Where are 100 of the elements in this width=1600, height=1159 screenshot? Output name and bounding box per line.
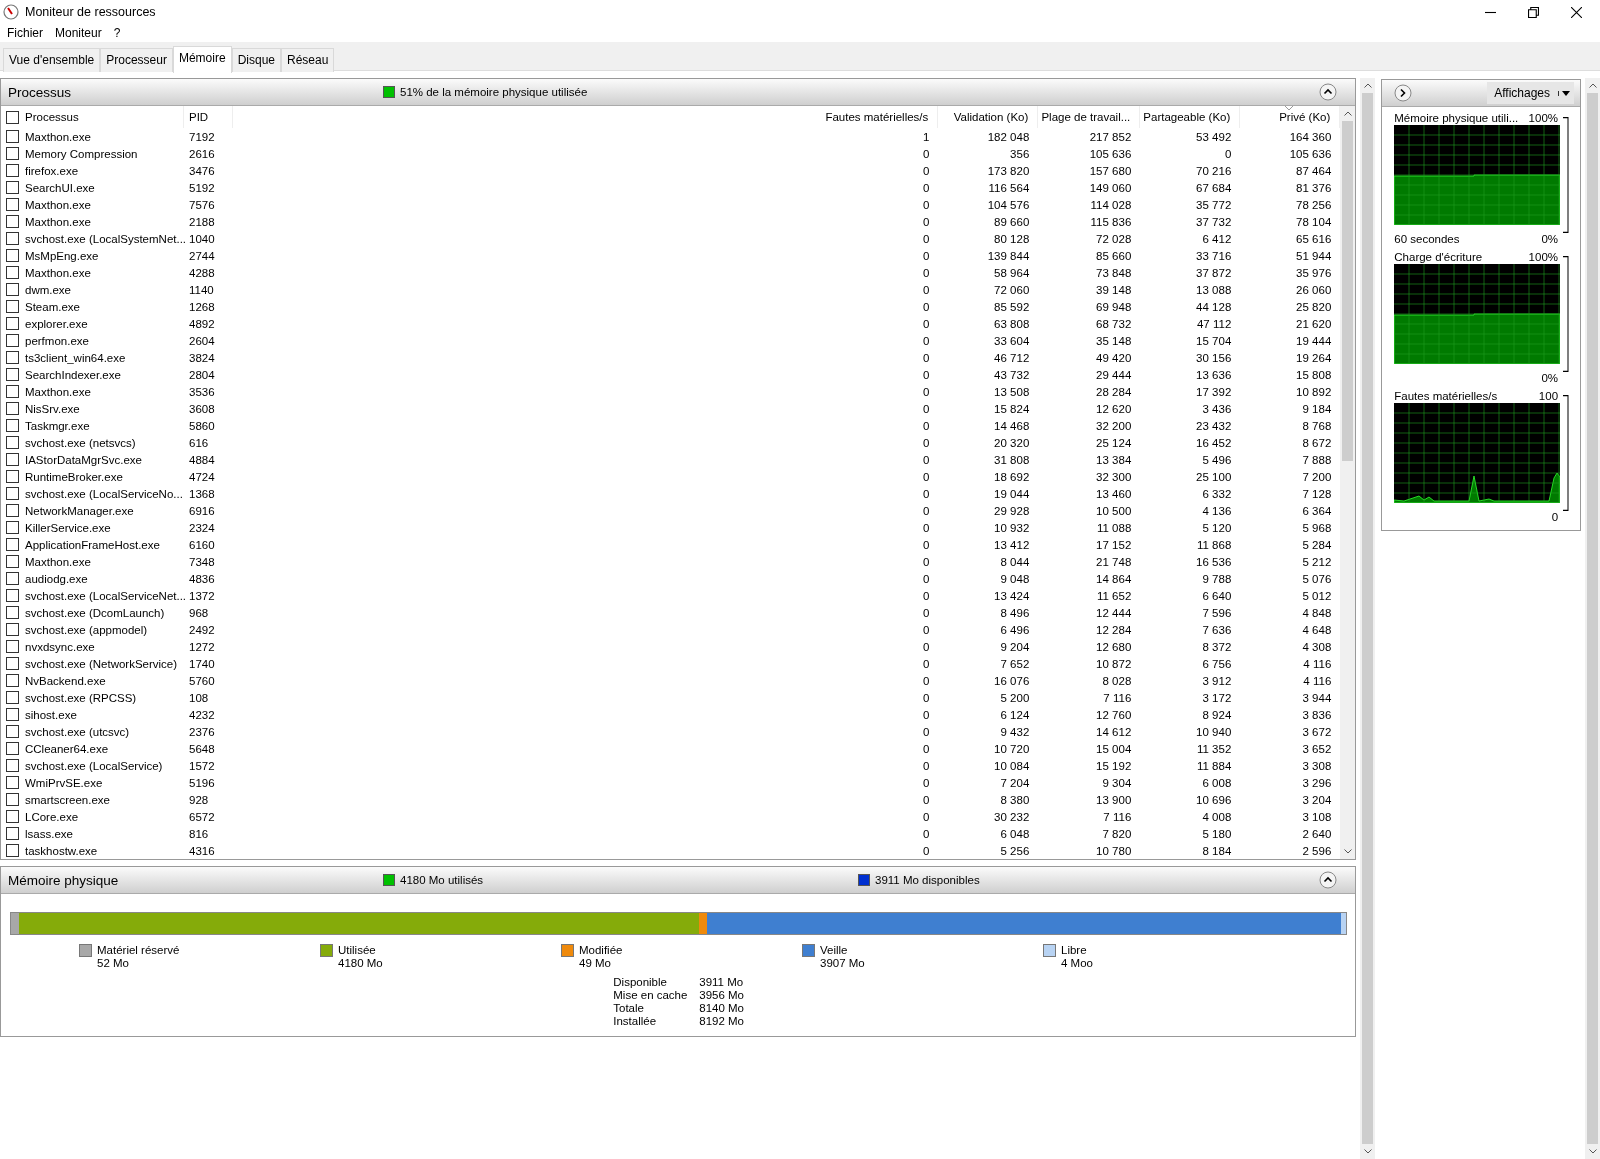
checkbox[interactable] <box>6 776 19 789</box>
checkbox[interactable] <box>6 198 19 211</box>
table-cell: 7 200 <box>1302 470 1332 483</box>
table-cell: 8 672 <box>1302 436 1332 449</box>
checkbox[interactable] <box>6 606 19 619</box>
checkbox[interactable] <box>6 436 19 449</box>
table-cell: sihost.exe <box>25 708 77 721</box>
checkbox[interactable] <box>6 164 19 177</box>
close-icon[interactable] <box>1571 6 1582 18</box>
checkbox[interactable] <box>6 283 19 296</box>
checkbox[interactable] <box>6 334 19 347</box>
table-cell: 15 192 <box>1096 759 1132 772</box>
checkbox[interactable] <box>6 181 19 194</box>
checkbox[interactable] <box>6 572 19 585</box>
checkbox[interactable] <box>6 759 19 772</box>
checkbox[interactable] <box>6 827 19 840</box>
menu-item[interactable]: Moniteur <box>55 26 102 40</box>
column-header[interactable]: Processus <box>25 111 79 123</box>
checkbox[interactable] <box>6 402 19 415</box>
scrollbar[interactable] <box>1340 106 1356 859</box>
table-cell: 18 692 <box>994 470 1030 483</box>
menu-item[interactable]: Fichier <box>7 26 43 40</box>
table-cell: 4 308 <box>1302 640 1332 653</box>
views-dropdown-button[interactable]: Affichages <box>1487 82 1575 104</box>
column-header[interactable]: Plage de travail... <box>1038 106 1141 128</box>
checkbox[interactable] <box>6 215 19 228</box>
checkbox[interactable] <box>6 708 19 721</box>
checkbox[interactable] <box>6 623 19 636</box>
checkbox[interactable] <box>6 351 19 364</box>
collapse-icon[interactable] <box>1319 871 1338 889</box>
table-cell: 70 216 <box>1196 164 1232 177</box>
scrollbar[interactable] <box>1360 78 1376 1159</box>
table-cell: Maxthon.exe <box>25 215 91 228</box>
checkbox[interactable] <box>6 640 19 653</box>
table-cell: 4 116 <box>1303 674 1332 687</box>
checkbox[interactable] <box>6 110 19 124</box>
checkbox[interactable] <box>6 657 19 670</box>
checkbox[interactable] <box>6 725 19 738</box>
checkbox[interactable] <box>6 844 19 857</box>
tab[interactable]: Vue d'ensemble <box>3 48 101 72</box>
checkbox[interactable] <box>6 147 19 160</box>
table-cell: 1372 <box>189 589 215 602</box>
checkbox[interactable] <box>6 538 19 551</box>
checkbox[interactable] <box>6 470 19 483</box>
table-cell: 19 444 <box>1296 334 1332 347</box>
checkbox[interactable] <box>6 742 19 755</box>
table-cell: SearchUI.exe <box>25 181 95 194</box>
scrollbar[interactable] <box>1585 78 1600 1159</box>
checkbox[interactable] <box>6 232 19 245</box>
scroll-down-icon[interactable] <box>1343 849 1352 854</box>
scroll-thumb[interactable] <box>1342 121 1354 461</box>
scroll-up-icon[interactable] <box>1588 83 1597 88</box>
column-header[interactable]: Fautes matérielles/s <box>818 106 939 128</box>
checkbox[interactable] <box>6 691 19 704</box>
checkbox[interactable] <box>6 453 19 466</box>
tab[interactable]: Mémoire <box>172 46 232 73</box>
checkbox[interactable] <box>6 266 19 279</box>
checkbox[interactable] <box>6 504 19 517</box>
table-cell: 8 496 <box>1000 606 1030 619</box>
restore-icon[interactable] <box>1528 6 1539 18</box>
checkbox[interactable] <box>6 793 19 806</box>
table-cell: 0 <box>922 589 930 602</box>
table-cell: 17 152 <box>1096 538 1132 551</box>
tab[interactable]: Disque <box>231 48 281 72</box>
checkbox[interactable] <box>6 589 19 602</box>
checkbox[interactable] <box>6 674 19 687</box>
checkbox[interactable] <box>6 368 19 381</box>
column-header[interactable]: Validation (Ko) <box>938 106 1039 128</box>
table-cell: 13 412 <box>994 538 1030 551</box>
table-cell: 39 148 <box>1096 283 1132 296</box>
expand-icon[interactable] <box>1394 84 1413 102</box>
checkbox[interactable] <box>6 419 19 432</box>
checkbox[interactable] <box>6 487 19 500</box>
tab[interactable]: Processeur <box>100 48 173 72</box>
checkbox[interactable] <box>6 300 19 313</box>
checkbox[interactable] <box>6 317 19 330</box>
scroll-thumb[interactable] <box>1362 93 1374 1144</box>
section-header[interactable]: Mémoire physique 4180 Mo utilisés 3911 Mo disponibles <box>1 867 1356 894</box>
checkbox[interactable] <box>6 521 19 534</box>
table-cell: 0 <box>922 640 930 653</box>
scroll-up-icon[interactable] <box>1343 111 1352 116</box>
checkbox[interactable] <box>6 810 19 823</box>
checkbox[interactable] <box>6 555 19 568</box>
table-cell: 0 <box>922 164 930 177</box>
tab[interactable]: Réseau <box>281 48 335 72</box>
checkbox[interactable] <box>6 385 19 398</box>
column-header[interactable]: PID <box>184 106 233 128</box>
collapse-icon[interactable] <box>1319 83 1338 101</box>
table-cell: 2616 <box>189 147 215 160</box>
checkbox[interactable] <box>6 130 19 143</box>
scroll-down-icon[interactable] <box>1588 1149 1597 1154</box>
table-cell: 1140 <box>189 283 214 296</box>
menu-item[interactable]: ? <box>113 26 121 40</box>
column-header[interactable]: Partageable (Ko) <box>1140 106 1241 128</box>
checkbox[interactable] <box>6 249 19 262</box>
table-cell: 0 <box>922 742 930 755</box>
scroll-up-icon[interactable] <box>1363 83 1372 88</box>
scale-bracket-icon <box>1563 117 1570 233</box>
scroll-down-icon[interactable] <box>1363 1149 1372 1154</box>
section-header[interactable]: Processus 51% de la mémoire physique utilisée <box>1 79 1356 106</box>
